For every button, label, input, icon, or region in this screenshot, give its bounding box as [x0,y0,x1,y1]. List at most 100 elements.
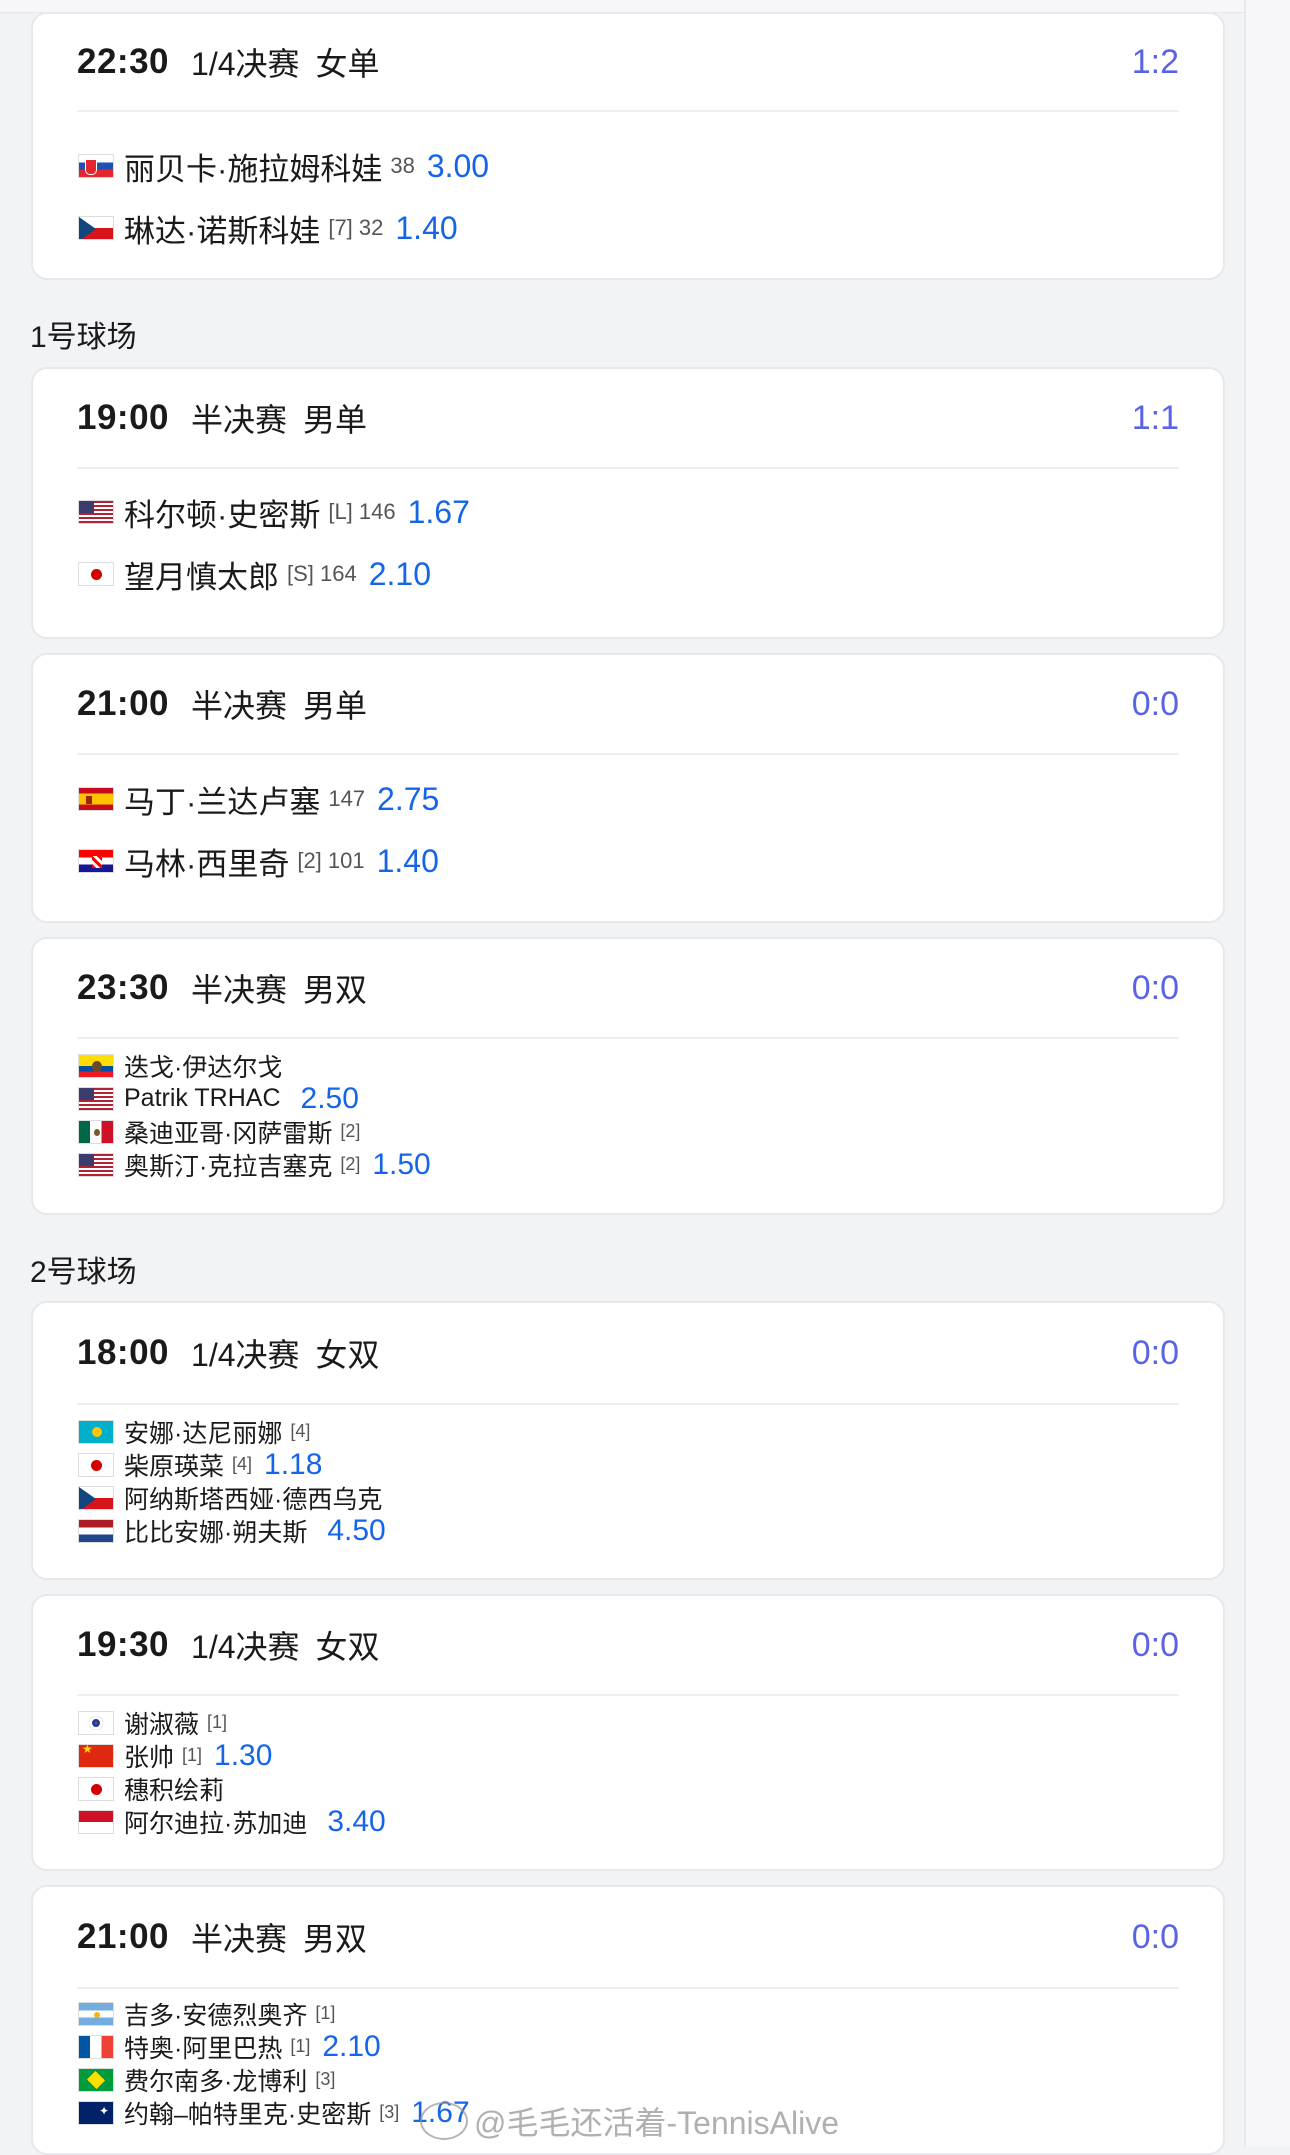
player-seed-rank: [1] [290,2036,311,2056]
match-header: 21:00 半决赛 男双 0:0 [77,1887,1179,1989]
match-event: 女双 [315,1337,380,1373]
match-event: 女双 [315,1629,380,1665]
player-row[interactable]: 奥斯汀·克拉吉塞克 [2] 1.50 [78,1148,1179,1181]
flag-chinese-taipei-icon [78,1710,114,1735]
player-name: 阿尔迪拉·苏加迪 [124,1809,308,1838]
player-seed-rank: [3] [379,2102,400,2122]
player-odds: 1.18 [264,1447,323,1481]
player-name: 奥斯汀·克拉吉塞克 [124,1152,333,1181]
flag-czech-icon [78,1485,114,1510]
player-row[interactable]: 张帅 [1] 1.30 [78,1739,1179,1772]
match-round: 1/4决赛 [191,46,300,82]
match-time: 19:00 [77,398,170,437]
match-event: 女单 [315,46,380,82]
player-row[interactable]: 琳达·诺斯科娃 [7] 32 1.40 [78,197,1179,259]
match-event: 男单 [303,688,368,724]
weibo-logo-icon [420,2102,468,2140]
player-seed-rank: 38 [390,153,415,178]
player-row[interactable]: Patrik TRHAC 2.50 [78,1082,1179,1115]
player-odds: 3.00 [426,147,490,184]
match-card[interactable]: 18:00 1/4决赛 女双 0:0 安娜·达尼丽娜 [4] 柴原瑛菜 [4] … [31,1301,1225,1580]
match-card[interactable]: 22:30 1/4决赛 女单 1:2 丽贝卡·施拉姆科娃 38 3.00 琳达·… [31,12,1225,280]
player-name: 谢淑薇 [124,1710,200,1739]
flag-australia-icon [78,2100,114,2125]
match-event: 男双 [303,972,368,1008]
player-name: 费尔南多·龙博利 [124,2067,308,2096]
player-odds: 4.50 [327,1513,386,1547]
match-event: 男双 [303,1921,368,1957]
player-seed-rank: [7] 32 [328,215,384,240]
player-row[interactable]: 特奥·阿里巴热 [1] 2.10 [78,2030,1179,2063]
player-seed-rank: [2] [340,1154,361,1174]
player-row[interactable]: 马林·西里奇 [2] 101 1.40 [78,830,1179,892]
watermark-text: @毛毛还活着-TennisAlive [474,2105,840,2141]
court-heading: 1号球场 [30,321,137,354]
match-time: 23:30 [77,968,170,1007]
flag-croatia-icon [78,849,114,873]
player-name: 比比安娜·朔夫斯 [124,1518,308,1547]
player-row[interactable]: 桑迪亚哥·冈萨雷斯 [2] [78,1115,1179,1148]
player-row[interactable]: 费尔南多·龙博利 [3] [78,2063,1179,2096]
watermark: @毛毛还活着-TennisAlive [420,2098,839,2144]
match-card[interactable]: 21:00 半决赛 男单 0:0 马丁·兰达卢塞 147 2.75 马林·西里奇… [31,653,1225,923]
player-name: 特奥·阿里巴热 [124,2034,283,2063]
match-event: 男单 [303,402,368,438]
player-row[interactable]: 丽贝卡·施拉姆科娃 38 3.00 [78,135,1179,197]
flag-france-icon [78,2034,114,2059]
player-row[interactable]: 阿尔迪拉·苏加迪 3.40 [78,1805,1179,1838]
player-row[interactable]: 谢淑薇 [1] [78,1706,1179,1739]
player-odds: 2.10 [368,555,431,592]
player-name: 安娜·达尼丽娜 [124,1419,283,1448]
player-odds: 1.40 [395,209,458,246]
player-odds: 1.50 [372,1147,431,1181]
player-seed-rank: [2] 101 [297,848,365,873]
match-score: 1:2 [1131,42,1179,81]
match-card[interactable]: 23:30 半决赛 男双 0:0 迭戈·伊达尔戈 Patrik TRHAC 2.… [31,937,1225,1215]
player-list: 谢淑薇 [1] 张帅 [1] 1.30 穗积绘莉 阿尔迪拉·苏加迪 3.40 [78,1706,1179,1838]
match-round: 半决赛 [191,1921,288,1957]
player-seed-rank: [2] [340,1121,361,1141]
player-odds: 2.50 [300,1081,359,1115]
player-seed-rank: [4] [290,1421,311,1441]
match-score: 0:0 [1131,1917,1179,1956]
player-row[interactable]: 比比安娜·朔夫斯 4.50 [78,1514,1179,1547]
match-header: 21:00 半决赛 男单 0:0 [77,655,1179,755]
player-row[interactable]: 马丁·兰达卢塞 147 2.75 [78,768,1179,830]
player-row[interactable]: 吉多·安德烈奥齐 [1] [78,1997,1179,2030]
player-row[interactable]: 穗积绘莉 [78,1772,1179,1805]
match-time: 21:00 [77,1917,170,1956]
player-name: 马丁·兰达卢塞 [124,784,321,820]
player-name: 阿纳斯塔西娅·德西乌克 [124,1485,383,1514]
player-seed-rank: [1] [207,1712,228,1732]
match-score: 0:0 [1131,968,1179,1007]
player-seed-rank: [1] [182,1745,203,1765]
player-row[interactable]: 望月慎太郎 [S] 164 2.10 [78,543,1179,605]
player-name: 吉多·安德烈奥齐 [124,2001,308,2030]
flag-indonesia-icon [78,1809,114,1834]
player-odds: 1.67 [407,493,470,530]
player-row[interactable]: 柴原瑛菜 [4] 1.18 [78,1448,1179,1481]
player-name: 约翰–帕特里克·史密斯 [124,2100,372,2129]
flag-usa-icon [78,1086,114,1111]
player-row[interactable]: 科尔顿·史密斯 [L] 146 1.67 [78,481,1179,543]
match-card[interactable]: 19:00 半决赛 男单 1:1 科尔顿·史密斯 [L] 146 1.67 望月… [31,367,1225,639]
flag-japan-icon [78,1452,114,1477]
player-seed-rank: [1] [315,2003,336,2023]
player-name: 马林·西里奇 [124,846,290,882]
flag-czech-icon [78,216,114,240]
match-time: 22:30 [77,42,170,81]
flag-mexico-icon [78,1119,114,1144]
flag-argentina-icon [78,2001,114,2026]
flag-slovakia-icon [78,154,114,178]
player-name: 迭戈·伊达尔戈 [124,1053,283,1082]
match-round: 1/4决赛 [191,1629,300,1665]
match-round: 1/4决赛 [191,1337,300,1373]
flag-japan-icon [78,562,114,586]
match-card[interactable]: 19:30 1/4决赛 女双 0:0 谢淑薇 [1] 张帅 [1] 1.30 穗… [31,1594,1225,1871]
player-row[interactable]: 迭戈·伊达尔戈 [78,1049,1179,1082]
player-odds: 1.40 [376,842,439,879]
player-row[interactable]: 阿纳斯塔西娅·德西乌克 [78,1481,1179,1514]
flag-netherlands-icon [78,1518,114,1543]
player-row[interactable]: 安娜·达尼丽娜 [4] [78,1415,1179,1448]
player-list: 安娜·达尼丽娜 [4] 柴原瑛菜 [4] 1.18 阿纳斯塔西娅·德西乌克 比比… [78,1415,1179,1547]
